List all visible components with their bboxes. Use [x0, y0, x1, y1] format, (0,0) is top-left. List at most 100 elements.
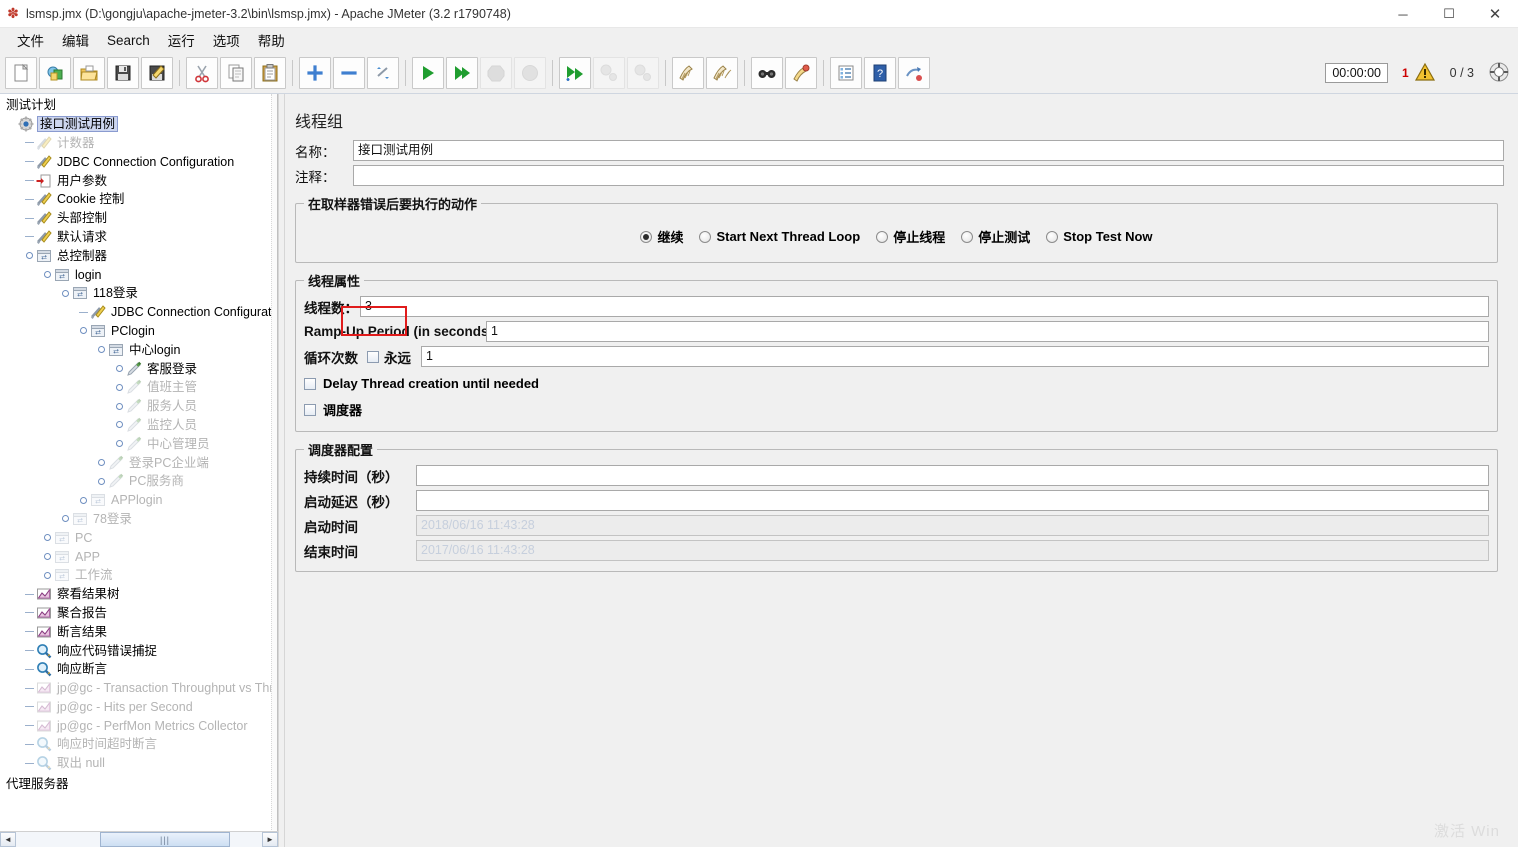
radio-stop-test-now[interactable]: Stop Test Now — [1046, 229, 1153, 244]
tree-node-32[interactable]: jp@gc - PerfMon Metrics Collector — [0, 716, 277, 735]
radio-stop-test[interactable]: 停止测试 — [961, 227, 1030, 246]
close-button[interactable]: ✕ — [1472, 0, 1518, 28]
tree-node-17[interactable]: 中心管理员 — [0, 434, 277, 453]
search-reset-icon[interactable] — [785, 56, 817, 89]
tree-node-14[interactable]: 值班主管 — [0, 378, 277, 397]
tree-expand-handle[interactable] — [42, 534, 53, 542]
menu-item-options[interactable]: 选项 — [204, 28, 249, 52]
tree-node-4[interactable]: Cookie 控制 — [0, 190, 277, 209]
cut-icon[interactable] — [186, 56, 218, 89]
tree-expand-handle[interactable] — [42, 271, 53, 279]
tree-node-30[interactable]: jp@gc - Transaction Throughput vs Threa — [0, 679, 277, 698]
warning-triangle-icon[interactable] — [1414, 62, 1436, 85]
new-icon[interactable] — [5, 56, 37, 89]
tree-node-6[interactable]: 默认请求 — [0, 228, 277, 247]
connection-status-icon[interactable] — [1488, 61, 1510, 86]
minimize-button[interactable]: ─ — [1380, 0, 1426, 28]
menu-item-edit[interactable]: 编辑 — [53, 28, 98, 52]
forever-checkbox[interactable] — [367, 350, 379, 363]
maximize-button[interactable]: ☐ — [1426, 0, 1472, 28]
start-icon[interactable] — [412, 56, 444, 89]
tree-expand-handle[interactable] — [42, 553, 53, 561]
tree-node-3[interactable]: 用户参数 — [0, 171, 277, 190]
radio-dot-stop-thread[interactable] — [876, 230, 889, 243]
tree-node-15[interactable]: 服务人员 — [0, 397, 277, 416]
tree-expand-handle[interactable] — [96, 459, 107, 467]
menu-item-help[interactable]: 帮助 — [249, 28, 294, 52]
clear-all-icon[interactable] — [706, 56, 738, 89]
templates-icon[interactable] — [39, 56, 71, 89]
tree-expand-handle[interactable] — [78, 496, 89, 504]
tree-node-18[interactable]: 登录PC企业端 — [0, 453, 277, 472]
tree-expand-handle[interactable] — [60, 289, 71, 297]
tree-node-8[interactable]: ⇄ login — [0, 265, 277, 284]
tree-node-23[interactable]: ⇄ APP — [0, 547, 277, 566]
save-as-icon[interactable] — [141, 56, 173, 89]
name-input[interactable]: 接口测试用例 — [353, 140, 1504, 161]
expand-all-icon[interactable] — [299, 56, 331, 89]
tree-expand-handle[interactable] — [78, 327, 89, 335]
radio-start-next-thread-loop[interactable]: Start Next Thread Loop — [699, 229, 860, 244]
tree-node-9[interactable]: ⇄ 118登录 — [0, 284, 277, 303]
scroll-thumb[interactable]: ||| — [100, 832, 230, 847]
search-icon[interactable] — [751, 56, 783, 89]
tree-expand-handle[interactable] — [60, 515, 71, 523]
collapse-all-icon[interactable] — [333, 56, 365, 89]
tree-expand-handle[interactable] — [24, 252, 35, 260]
tree-node-19[interactable]: PC服务商 — [0, 472, 277, 491]
tree-node-29[interactable]: 响应断言 — [0, 660, 277, 679]
rampup-input[interactable]: 1 — [486, 321, 1489, 342]
tree-node-28[interactable]: 响应代码错误捕捉 — [0, 641, 277, 660]
thread-count-input[interactable]: 3 — [360, 296, 1489, 317]
help-icon[interactable]: ? — [864, 56, 896, 89]
radio-dot-stop-test-now[interactable] — [1046, 230, 1059, 243]
tree-node-26[interactable]: 聚合报告 — [0, 604, 277, 623]
startup-delay-input[interactable] — [416, 490, 1489, 511]
tree-node-5[interactable]: 头部控制 — [0, 209, 277, 228]
tree-node-2[interactable]: JDBC Connection Configuration — [0, 152, 277, 171]
tree-node-12[interactable]: ⇄ 中心login — [0, 340, 277, 359]
split-divider[interactable] — [278, 94, 285, 847]
warning-indicator[interactable]: 1 — [1402, 62, 1436, 85]
end-time-input[interactable]: 2017/06/16 11:43:28 — [416, 540, 1489, 561]
function-helper-icon[interactable] — [830, 56, 862, 89]
menu-item-file[interactable]: 文件 — [8, 28, 53, 52]
tree-node-31[interactable]: jp@gc - Hits per Second — [0, 698, 277, 717]
comment-input[interactable] — [353, 165, 1504, 186]
tree-expand-handle[interactable] — [114, 402, 125, 410]
paste-icon[interactable] — [254, 56, 286, 89]
tree-node-33[interactable]: 响应时间超时断言 — [0, 735, 277, 754]
tree-node-1[interactable]: 计数器 — [0, 134, 277, 153]
radio-dot-start-next-thread-loop[interactable] — [699, 230, 712, 243]
radio-stop-thread[interactable]: 停止线程 — [876, 227, 945, 246]
copy-icon[interactable] — [220, 56, 252, 89]
scroll-left-arrow[interactable]: ◄ — [0, 832, 16, 847]
tree-node-10[interactable]: JDBC Connection Configuratio — [0, 303, 277, 322]
delay-thread-creation-row[interactable]: Delay Thread creation until needed — [304, 376, 1489, 391]
tree-node-11[interactable]: ⇄ PClogin — [0, 322, 277, 341]
undo-redo-icon[interactable] — [898, 56, 930, 89]
scroll-right-arrow[interactable]: ► — [262, 832, 278, 847]
start-no-timers-icon[interactable] — [446, 56, 478, 89]
tree-node-27[interactable]: 断言结果 — [0, 622, 277, 641]
tree-node-16[interactable]: 监控人员 — [0, 416, 277, 435]
tree-node-20[interactable]: ⇄ APPlogin — [0, 491, 277, 510]
scheduler-checkbox[interactable] — [304, 403, 316, 416]
tree-expand-handle[interactable] — [42, 571, 53, 579]
tree-node-34[interactable]: 取出 null — [0, 754, 277, 773]
tree-node-13[interactable]: 客服登录 — [0, 359, 277, 378]
tree-expand-handle[interactable] — [114, 440, 125, 448]
radio-dot-continue[interactable] — [640, 230, 653, 243]
toggle-icon[interactable] — [367, 56, 399, 89]
delay-thread-creation-checkbox[interactable] — [304, 377, 316, 390]
scheduler-toggle-row[interactable]: 调度器 — [304, 400, 1489, 419]
tree-node-24[interactable]: ⇄ 工作流 — [0, 566, 277, 585]
tree-node-0[interactable]: 接口测试用例 — [0, 115, 277, 134]
open-icon[interactable] — [73, 56, 105, 89]
start-time-input[interactable]: 2018/06/16 11:43:28 — [416, 515, 1489, 536]
save-icon[interactable] — [107, 56, 139, 89]
menu-item-search[interactable]: Search — [98, 31, 159, 50]
radio-dot-stop-test[interactable] — [961, 230, 974, 243]
tree-node-25[interactable]: 察看结果树 — [0, 585, 277, 604]
tree-expand-handle[interactable] — [114, 383, 125, 391]
